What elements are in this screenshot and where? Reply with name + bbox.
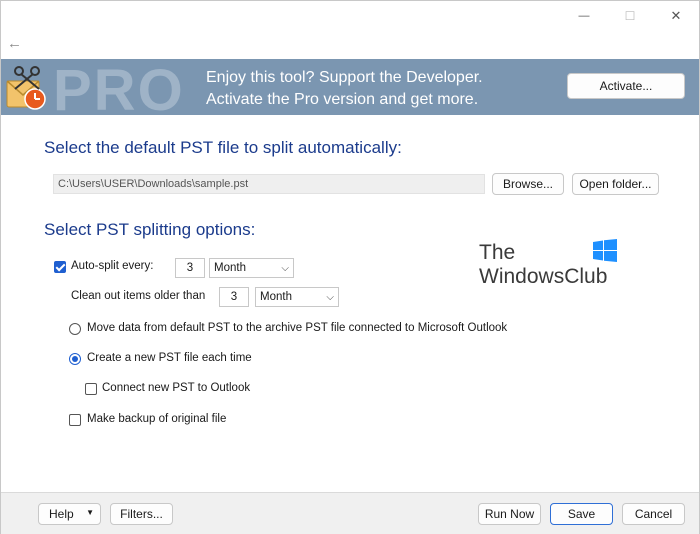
browse-button[interactable]: Browse...	[492, 173, 564, 195]
banner-message: Enjoy this tool? Support the Developer. …	[206, 67, 483, 111]
clean-out-value-input[interactable]: 3	[219, 287, 249, 307]
minimize-icon: —	[578, 10, 590, 22]
auto-split-unit-value: Month	[214, 262, 246, 274]
clean-out-unit-select[interactable]: Month ⌵	[255, 287, 339, 307]
chevron-down-icon: ⌵	[326, 292, 334, 303]
options-section-title: Select PST splitting options:	[44, 220, 256, 239]
thewindowsclub-watermark: The WindowsClub	[479, 241, 607, 289]
back-button[interactable]: ←	[7, 35, 25, 53]
clean-out-unit-value: Month	[260, 291, 292, 303]
auto-split-unit-select[interactable]: Month ⌵	[209, 258, 294, 278]
auto-split-value-input[interactable]: 3	[175, 258, 205, 278]
activate-button[interactable]: Activate...	[567, 73, 685, 99]
app-window: — ☐ ✕ ← PRO Enjoy this tool? Support the…	[0, 0, 700, 534]
create-new-pst-label: Create a new PST file each time	[87, 352, 252, 364]
windows-logo-icon	[593, 239, 617, 262]
maximize-button[interactable]: ☐	[607, 1, 653, 31]
auto-split-checkbox[interactable]	[54, 261, 66, 273]
filters-button[interactable]: Filters...	[110, 503, 173, 525]
dropdown-arrow-icon: ▼	[86, 508, 94, 517]
help-button[interactable]: Help ▼	[38, 503, 101, 525]
title-bar: — ☐ ✕	[1, 1, 699, 33]
maximize-icon: ☐	[624, 9, 636, 23]
connect-new-pst-label: Connect new PST to Outlook	[102, 382, 251, 394]
watermark-line-2: WindowsClub	[479, 265, 608, 288]
app-logo-icon	[6, 66, 46, 110]
pro-watermark-text: PRO	[53, 59, 185, 115]
pst-section-title: Select the default PST file to split aut…	[44, 138, 402, 157]
make-backup-checkbox[interactable]	[69, 414, 81, 426]
save-button[interactable]: Save	[550, 503, 613, 525]
connect-new-pst-checkbox[interactable]	[85, 383, 97, 395]
footer-bar: Help ▼ Filters... Run Now Save Cancel	[1, 492, 699, 534]
banner-line-1: Enjoy this tool? Support the Developer.	[206, 69, 483, 86]
cancel-button[interactable]: Cancel	[622, 503, 685, 525]
back-arrow-icon: ←	[7, 35, 22, 52]
auto-split-label: Auto-split every:	[71, 260, 154, 272]
banner-line-2: Activate the Pro version and get more.	[206, 91, 479, 108]
minimize-button[interactable]: —	[561, 1, 607, 31]
create-new-pst-radio[interactable]	[69, 353, 81, 365]
run-now-button[interactable]: Run Now	[478, 503, 541, 525]
help-label: Help	[49, 507, 74, 521]
watermark-line-1: The	[479, 241, 516, 264]
move-data-radio[interactable]	[69, 323, 81, 335]
pro-banner: PRO Enjoy this tool? Support the Develop…	[1, 59, 699, 115]
pst-path-field[interactable]: C:\Users\USER\Downloads\sample.pst	[53, 174, 485, 194]
close-icon: ✕	[670, 8, 682, 23]
make-backup-label: Make backup of original file	[87, 413, 227, 425]
clean-out-label: Clean out items older than	[71, 290, 206, 302]
move-data-label: Move data from default PST to the archiv…	[87, 322, 508, 334]
open-folder-button[interactable]: Open folder...	[572, 173, 659, 195]
chevron-down-icon: ⌵	[281, 263, 289, 274]
close-button[interactable]: ✕	[653, 1, 699, 31]
